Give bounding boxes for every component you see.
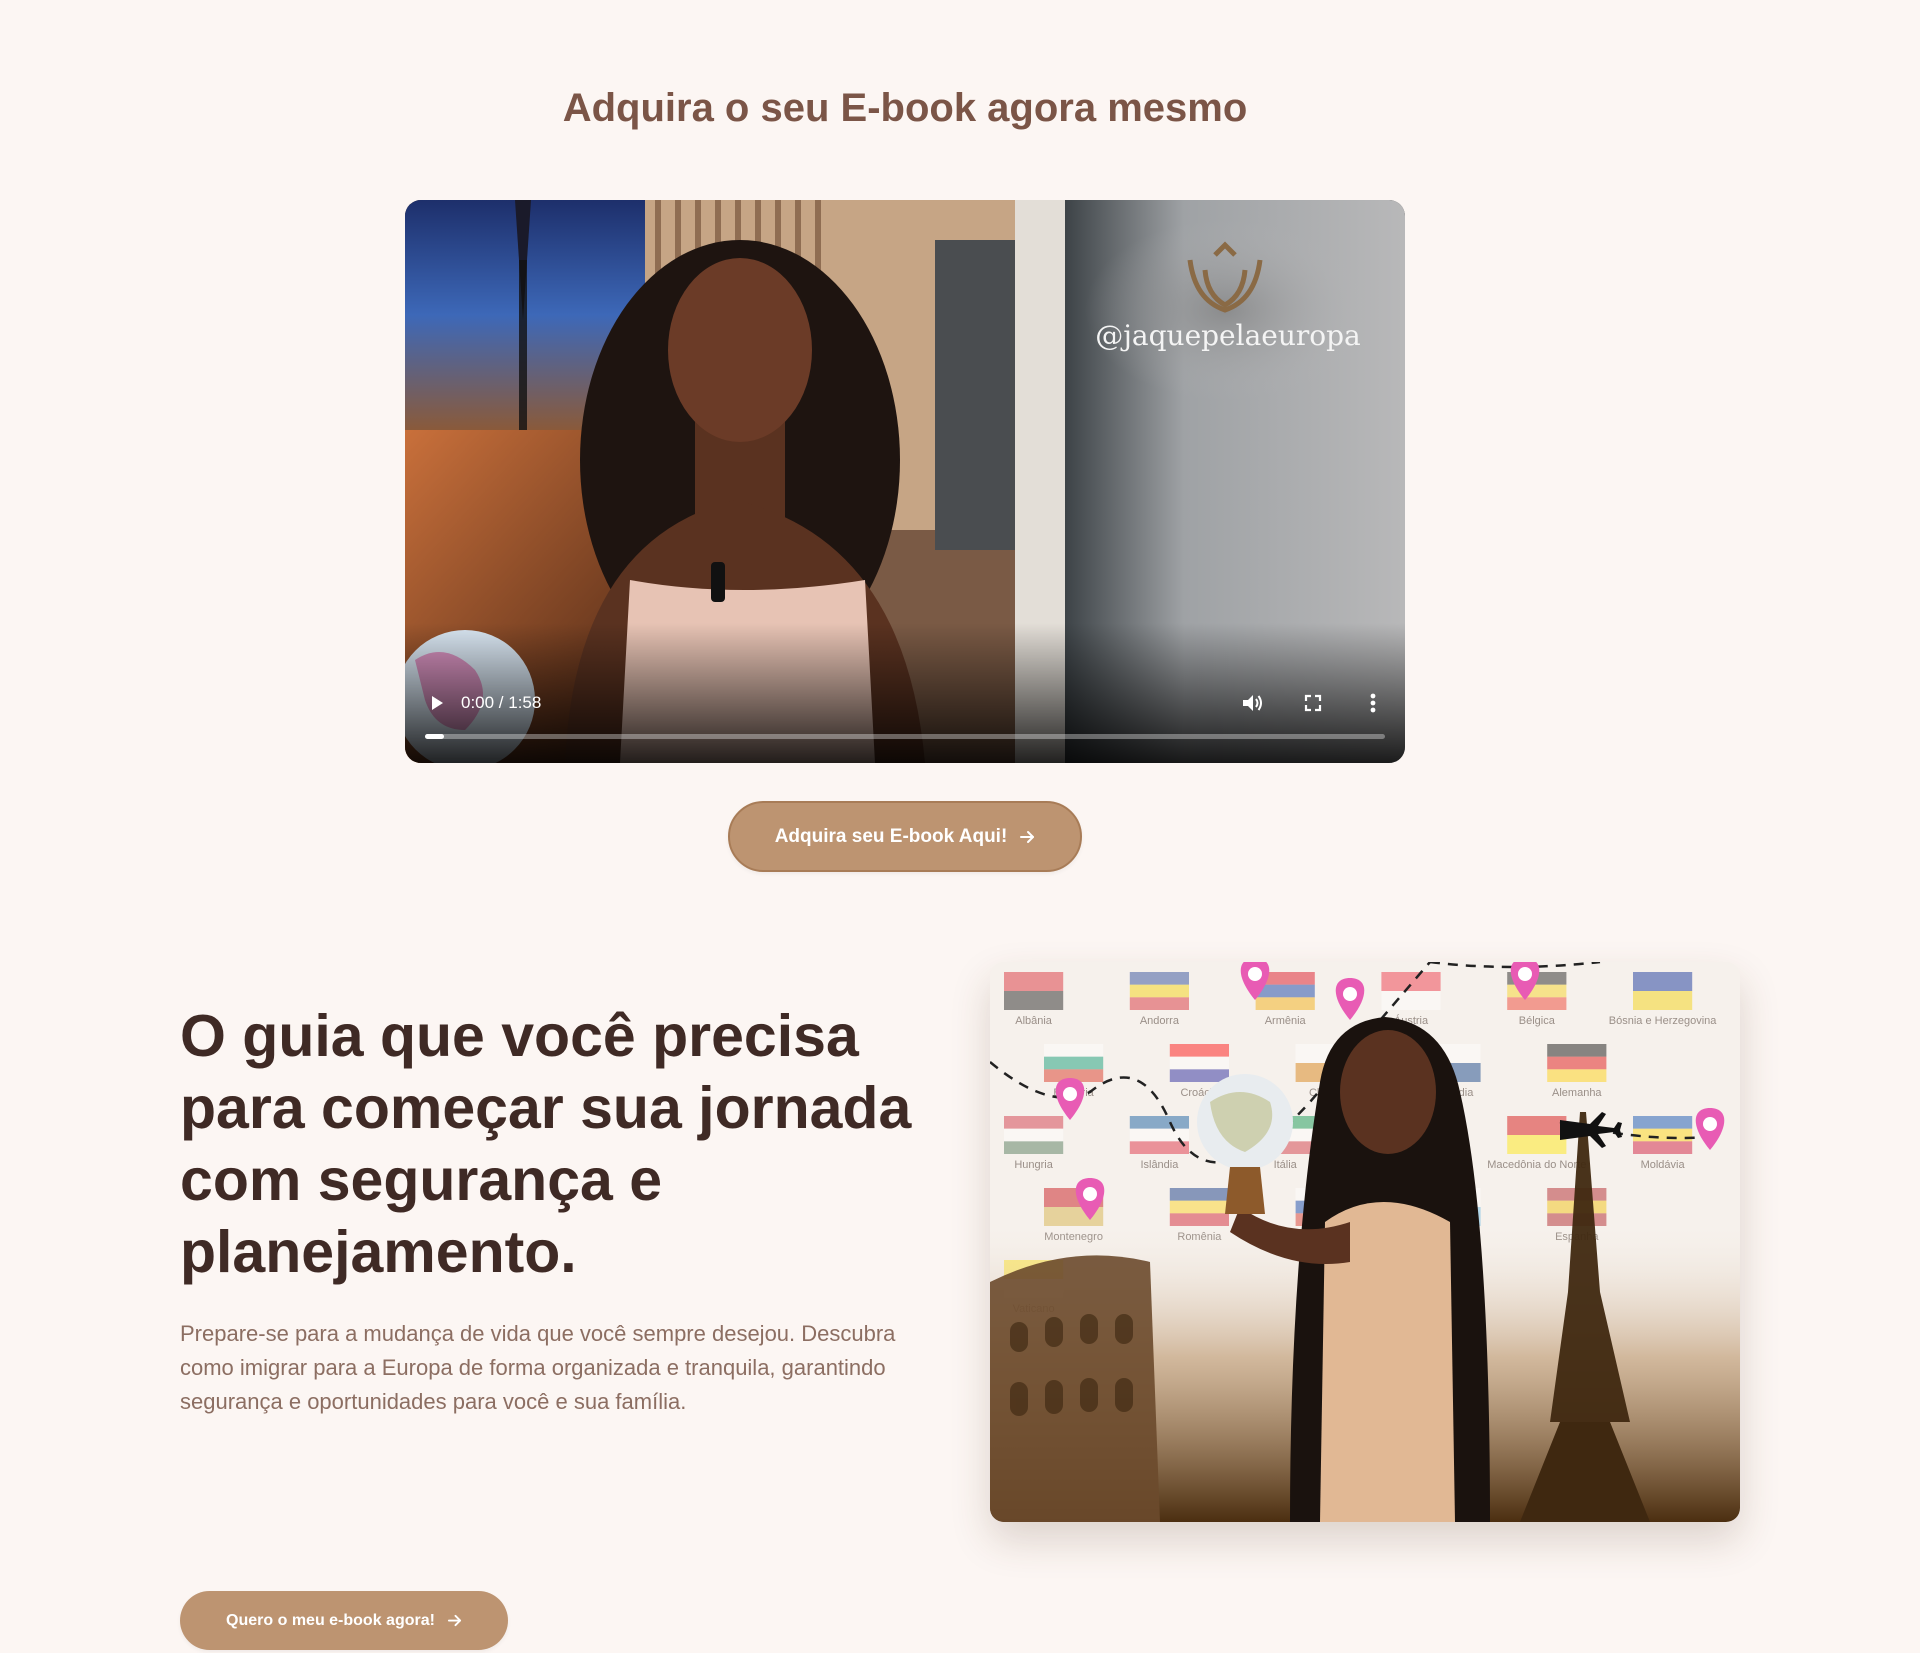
video-time: 0:00 / 1:58 (461, 693, 542, 712)
flag-label: Bósnia e Herzegovina (1609, 1015, 1718, 1027)
flag-stripe (1044, 1056, 1104, 1070)
flag-stripe (1129, 972, 1189, 985)
flag-stripe (1633, 991, 1693, 1010)
landing-page: Adquira o seu E-book agora mesmo @jaquep… (0, 0, 1920, 1653)
map-pin-center (1248, 967, 1262, 981)
flag-stripe (1255, 984, 1315, 998)
more-options-icon[interactable] (1361, 691, 1385, 715)
flag-label: Andorra (1140, 1015, 1180, 1027)
flag-label: Macedônia do Norte (1487, 1159, 1586, 1171)
hero-heading: O guia que você precisa para começar sua… (180, 1003, 912, 1285)
flag-stripe (1547, 1069, 1607, 1082)
map-pin-center (1083, 1187, 1097, 1201)
section-title: Adquira o seu E-book agora mesmo (562, 86, 1248, 130)
flag-label: Alemanha (1552, 1087, 1602, 1099)
video-progress-fill (425, 734, 445, 739)
flag-stripe (1169, 1069, 1229, 1082)
flag-stripe (1004, 991, 1064, 1010)
want-ebook-button[interactable]: Quero o meu e-book agora! (180, 1591, 508, 1650)
flag-stripe (1633, 1116, 1693, 1129)
flag-stripe (1633, 1128, 1693, 1142)
hero-illustration: Albânia Andorra Armênia Áustria Bélgica Bósni… (990, 962, 1740, 1522)
flag-stripe (1381, 972, 1441, 991)
flag-stripe (1255, 997, 1315, 1010)
flag-stripe (1169, 1044, 1229, 1057)
flag-label: Bélgica (1519, 1015, 1556, 1027)
hero-image: Albânia Andorra Armênia Áustria Bélgica Bósni… (990, 962, 1740, 1522)
flag-stripe (1044, 1044, 1104, 1057)
flag-label: Albânia (1015, 1015, 1053, 1027)
flag-stripe (1129, 1141, 1189, 1154)
flag-stripe (1004, 1128, 1064, 1142)
arrow-right-icon (1019, 829, 1035, 845)
flag-stripe (1381, 991, 1441, 1010)
flag-stripe (1633, 972, 1693, 991)
want-ebook-button-label: Quero o meu e-book agora! (226, 1611, 435, 1629)
hero-description: Prepare-se para a mudança de vida que vo… (180, 1321, 896, 1414)
flag-stripe (1169, 1188, 1229, 1201)
flag-stripe (1129, 997, 1189, 1010)
flag-label: Itália (1274, 1159, 1298, 1171)
flag-stripe (1129, 1116, 1189, 1129)
video-progress-bar[interactable] (425, 734, 1385, 739)
flag-stripe (1169, 1056, 1229, 1070)
flag-stripe (1633, 1141, 1693, 1154)
map-pin-center (1518, 967, 1532, 981)
flag-stripe (1507, 1135, 1567, 1154)
play-icon[interactable] (425, 691, 449, 715)
video-controls: 0:00 / 1:58 (425, 691, 1385, 715)
flag-label: Armênia (1265, 1015, 1307, 1027)
flag-label: Moldávia (1641, 1159, 1686, 1171)
flag-stripe (1507, 1116, 1567, 1135)
flag-stripe (1004, 1116, 1064, 1129)
map-pin-center (1703, 1117, 1717, 1131)
video-watermark: @jaquepelaeuropa (1095, 319, 1361, 352)
fullscreen-icon[interactable] (1301, 691, 1325, 715)
buy-ebook-button[interactable]: Adquira seu E-book Aqui! (728, 801, 1082, 872)
volume-icon[interactable] (1241, 691, 1265, 715)
arrow-right-icon (447, 1613, 462, 1628)
map-pin-center (1343, 987, 1357, 1001)
flag-stripe (1169, 1200, 1229, 1214)
flag-label: Hungria (1014, 1159, 1053, 1171)
flag-stripe (1507, 997, 1567, 1010)
map-pin-center (1063, 1087, 1077, 1101)
flag-label: Islândia (1140, 1159, 1179, 1171)
flag-stripe (1004, 972, 1064, 991)
flag-stripe (1547, 1056, 1607, 1070)
flag-stripe (1129, 984, 1189, 998)
buy-ebook-button-label: Adquira seu E-book Aqui! (774, 825, 1008, 847)
flag-stripe (1004, 1141, 1064, 1154)
flag-stripe (1547, 1044, 1607, 1057)
video-player[interactable]: @jaquepelaeuropa 0:00 / 1:58 (405, 200, 1405, 763)
